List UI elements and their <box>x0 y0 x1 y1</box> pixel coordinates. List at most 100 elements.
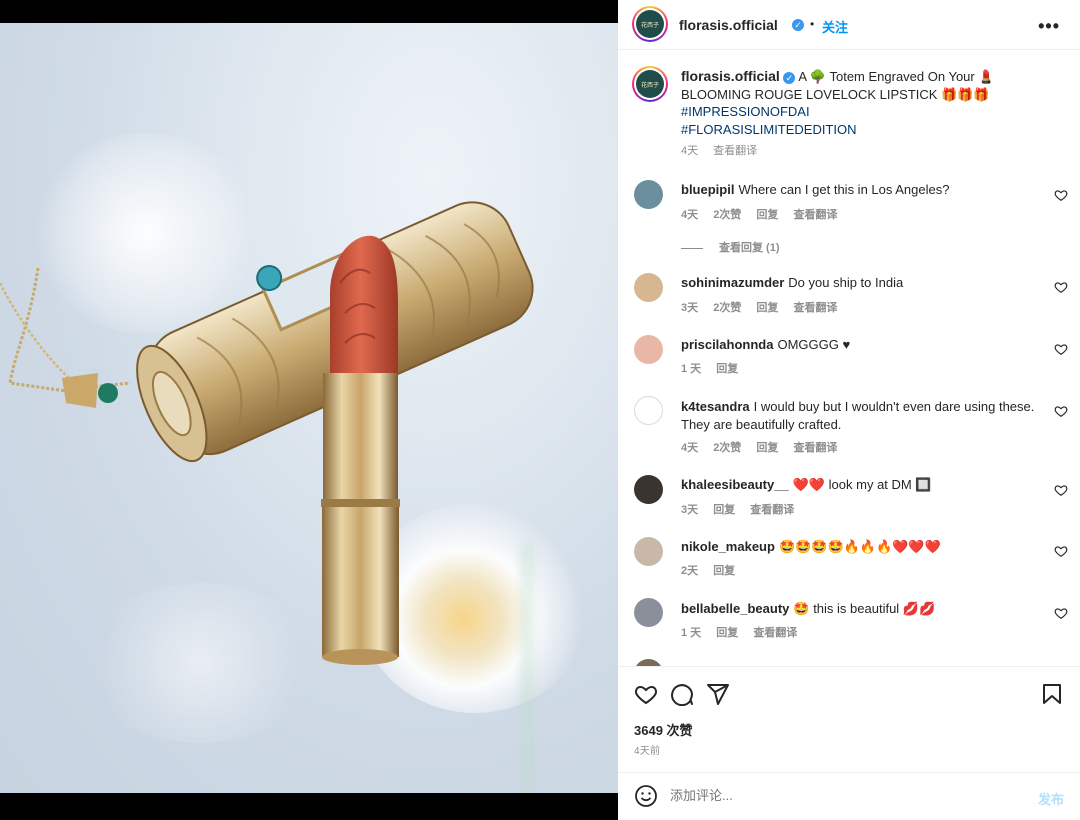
post-time: 4天前 <box>634 746 661 757</box>
comment-body: 🤩 this is beautiful 💋💋 <box>793 601 936 616</box>
comment-username[interactable]: nikole_makeup <box>681 539 775 554</box>
comment-meta: 1 天 回复 查看翻译 <box>681 624 809 640</box>
commenter-avatar[interactable] <box>634 396 663 425</box>
comment-icon[interactable] <box>670 682 694 706</box>
comment-time: 3天 <box>681 302 699 314</box>
comment-time: 1 天 <box>681 363 702 375</box>
more-options-icon[interactable]: ••• <box>1038 16 1060 37</box>
comment-input[interactable] <box>670 788 990 803</box>
caption-meta: 4天 查看翻译 <box>681 143 1061 161</box>
comment-like-heart-icon[interactable] <box>1054 483 1068 497</box>
bookmark-icon[interactable] <box>1040 682 1064 706</box>
comments-scroll-area[interactable]: 花西子 florasis.official ✓ A 🌳 Totem Engrav… <box>618 51 1080 666</box>
comment-text: sohinimazumder Do you ship to India <box>681 274 1041 292</box>
comment-text: bellabelle_beauty 🤩 this is beautiful 💋💋 <box>681 600 1041 618</box>
comment-likes[interactable]: 2次赞 <box>713 209 741 221</box>
translate-button[interactable]: 查看翻译 <box>750 504 794 516</box>
comment-like-heart-icon[interactable] <box>1054 544 1068 558</box>
translate-button[interactable]: 查看翻译 <box>753 627 797 639</box>
comment-username[interactable]: khaleesibeauty__ <box>681 477 789 492</box>
comment-body: ❤️❤️ look my at DM 🔲 <box>792 477 932 492</box>
comment-text: khaleesibeauty__ ❤️❤️ look my at DM 🔲 <box>681 476 1041 494</box>
separator-dot: • <box>810 17 815 31</box>
verified-badge-icon: ✓ <box>783 71 796 84</box>
comment-like-heart-icon[interactable] <box>1054 606 1068 620</box>
comment-bar: 发布 <box>618 772 1080 820</box>
caption-avatar[interactable]: 花西子 <box>632 66 668 102</box>
comment-body: 🤩🤩🤩🤩🔥🔥🔥❤️❤️❤️ <box>778 539 941 554</box>
comment-username[interactable]: priscilahonnda <box>681 337 773 352</box>
commenter-avatar[interactable] <box>634 475 663 504</box>
comment-likes[interactable]: 2次赞 <box>713 442 741 454</box>
caption-translate[interactable]: 查看翻译 <box>713 145 757 157</box>
post-image[interactable] <box>0 23 618 793</box>
reply-button[interactable]: 回复 <box>716 363 738 375</box>
comment-body: Do you ship to India <box>788 275 904 290</box>
translate-button[interactable]: 查看翻译 <box>793 442 837 454</box>
share-icon[interactable] <box>706 682 730 706</box>
comment-meta: 3天 2次赞 回复 查看翻译 <box>681 299 849 315</box>
commenter-avatar[interactable] <box>634 598 663 627</box>
avatar-logo-text: 花西子 <box>636 10 664 38</box>
header-username[interactable]: florasis.official <box>679 17 778 33</box>
comment-like-heart-icon[interactable] <box>1054 404 1068 418</box>
heart-icon[interactable] <box>634 682 658 706</box>
comment-meta: 3天 回复 查看翻译 <box>681 501 806 517</box>
comment-text: priscilahonnda OMGGGG ♥ <box>681 336 1041 354</box>
view-replies[interactable]: 查看回复 (1) <box>681 239 780 255</box>
comment-likes[interactable]: 2次赞 <box>713 302 741 314</box>
post-modal: 花西子 florasis.official ✓ • 关注 ••• 花西子 flo… <box>0 0 1080 820</box>
comment-time: 4天 <box>681 209 699 221</box>
translate-button[interactable]: 查看翻译 <box>793 209 837 221</box>
avatar-logo-text: 花西子 <box>636 70 664 98</box>
comment-time: 3天 <box>681 504 699 516</box>
commenter-avatar[interactable] <box>634 537 663 566</box>
post-header: 花西子 florasis.official ✓ • 关注 ••• <box>618 0 1080 50</box>
comment-username[interactable]: bellabelle_beauty <box>681 601 789 616</box>
comment-body: Where can I get this in Los Angeles? <box>738 182 950 197</box>
post-comment-button[interactable]: 发布 <box>1038 789 1064 808</box>
comment-meta: 1 天 回复 <box>681 360 750 376</box>
comment-like-heart-icon[interactable] <box>1054 188 1068 202</box>
post-side-panel: 花西子 florasis.official ✓ • 关注 ••• 花西子 flo… <box>618 0 1080 820</box>
comment-time: 4天 <box>681 442 699 454</box>
comment-time: 2天 <box>681 565 699 577</box>
comment-meta: 4天 2次赞 回复 查看翻译 <box>681 206 849 222</box>
comment-time: 1 天 <box>681 627 702 639</box>
comment-username[interactable]: k4tesandra <box>681 399 750 414</box>
reply-button[interactable]: 回复 <box>756 442 778 454</box>
account-avatar[interactable]: 花西子 <box>632 6 668 42</box>
hashtag-link[interactable]: #FLORASISLIMITEDEDITION <box>681 121 1061 139</box>
reply-button[interactable]: 回复 <box>713 504 735 516</box>
commenter-avatar-partial[interactable] <box>634 659 663 666</box>
reply-button[interactable]: 回复 <box>756 302 778 314</box>
lipstick-product-illustration <box>0 201 534 665</box>
like-count[interactable]: 3649 次赞 <box>634 720 693 739</box>
comment-like-heart-icon[interactable] <box>1054 280 1068 294</box>
comment-text: k4tesandra I would buy but I wouldn't eve… <box>681 398 1041 433</box>
view-replies-label[interactable]: 查看回复 (1) <box>719 242 780 254</box>
post-caption: florasis.official ✓ A 🌳 Totem Engraved O… <box>681 68 1061 161</box>
comment-username[interactable]: sohinimazumder <box>681 275 784 290</box>
post-actions: 3649 次赞 4天前 <box>618 666 1080 772</box>
follow-button[interactable]: 关注 <box>822 17 848 36</box>
commenter-avatar[interactable] <box>634 273 663 302</box>
reply-button[interactable]: 回复 <box>716 627 738 639</box>
comment-meta: 4天 2次赞 回复 查看翻译 <box>681 439 849 455</box>
hashtag-link[interactable]: #IMPRESSIONOFDAI <box>681 103 1061 121</box>
caption-time: 4天 <box>681 145 699 157</box>
emoji-icon[interactable] <box>634 784 658 808</box>
verified-badge-icon: ✓ <box>792 19 804 31</box>
comment-text: bluepipil Where can I get this in Los Ang… <box>681 181 1041 199</box>
translate-button[interactable]: 查看翻译 <box>793 302 837 314</box>
comment-meta: 2天 回复 <box>681 562 747 578</box>
comment-username[interactable]: bluepipil <box>681 182 734 197</box>
caption-username[interactable]: florasis.official <box>681 68 780 84</box>
commenter-avatar[interactable] <box>634 180 663 209</box>
reply-button[interactable]: 回复 <box>713 565 735 577</box>
comment-text: nikole_makeup 🤩🤩🤩🤩🔥🔥🔥❤️❤️❤️ <box>681 538 1041 556</box>
reply-button[interactable]: 回复 <box>756 209 778 221</box>
commenter-avatar[interactable] <box>634 335 663 364</box>
comment-like-heart-icon[interactable] <box>1054 342 1068 356</box>
comment-body: OMGGGG ♥ <box>777 337 851 352</box>
